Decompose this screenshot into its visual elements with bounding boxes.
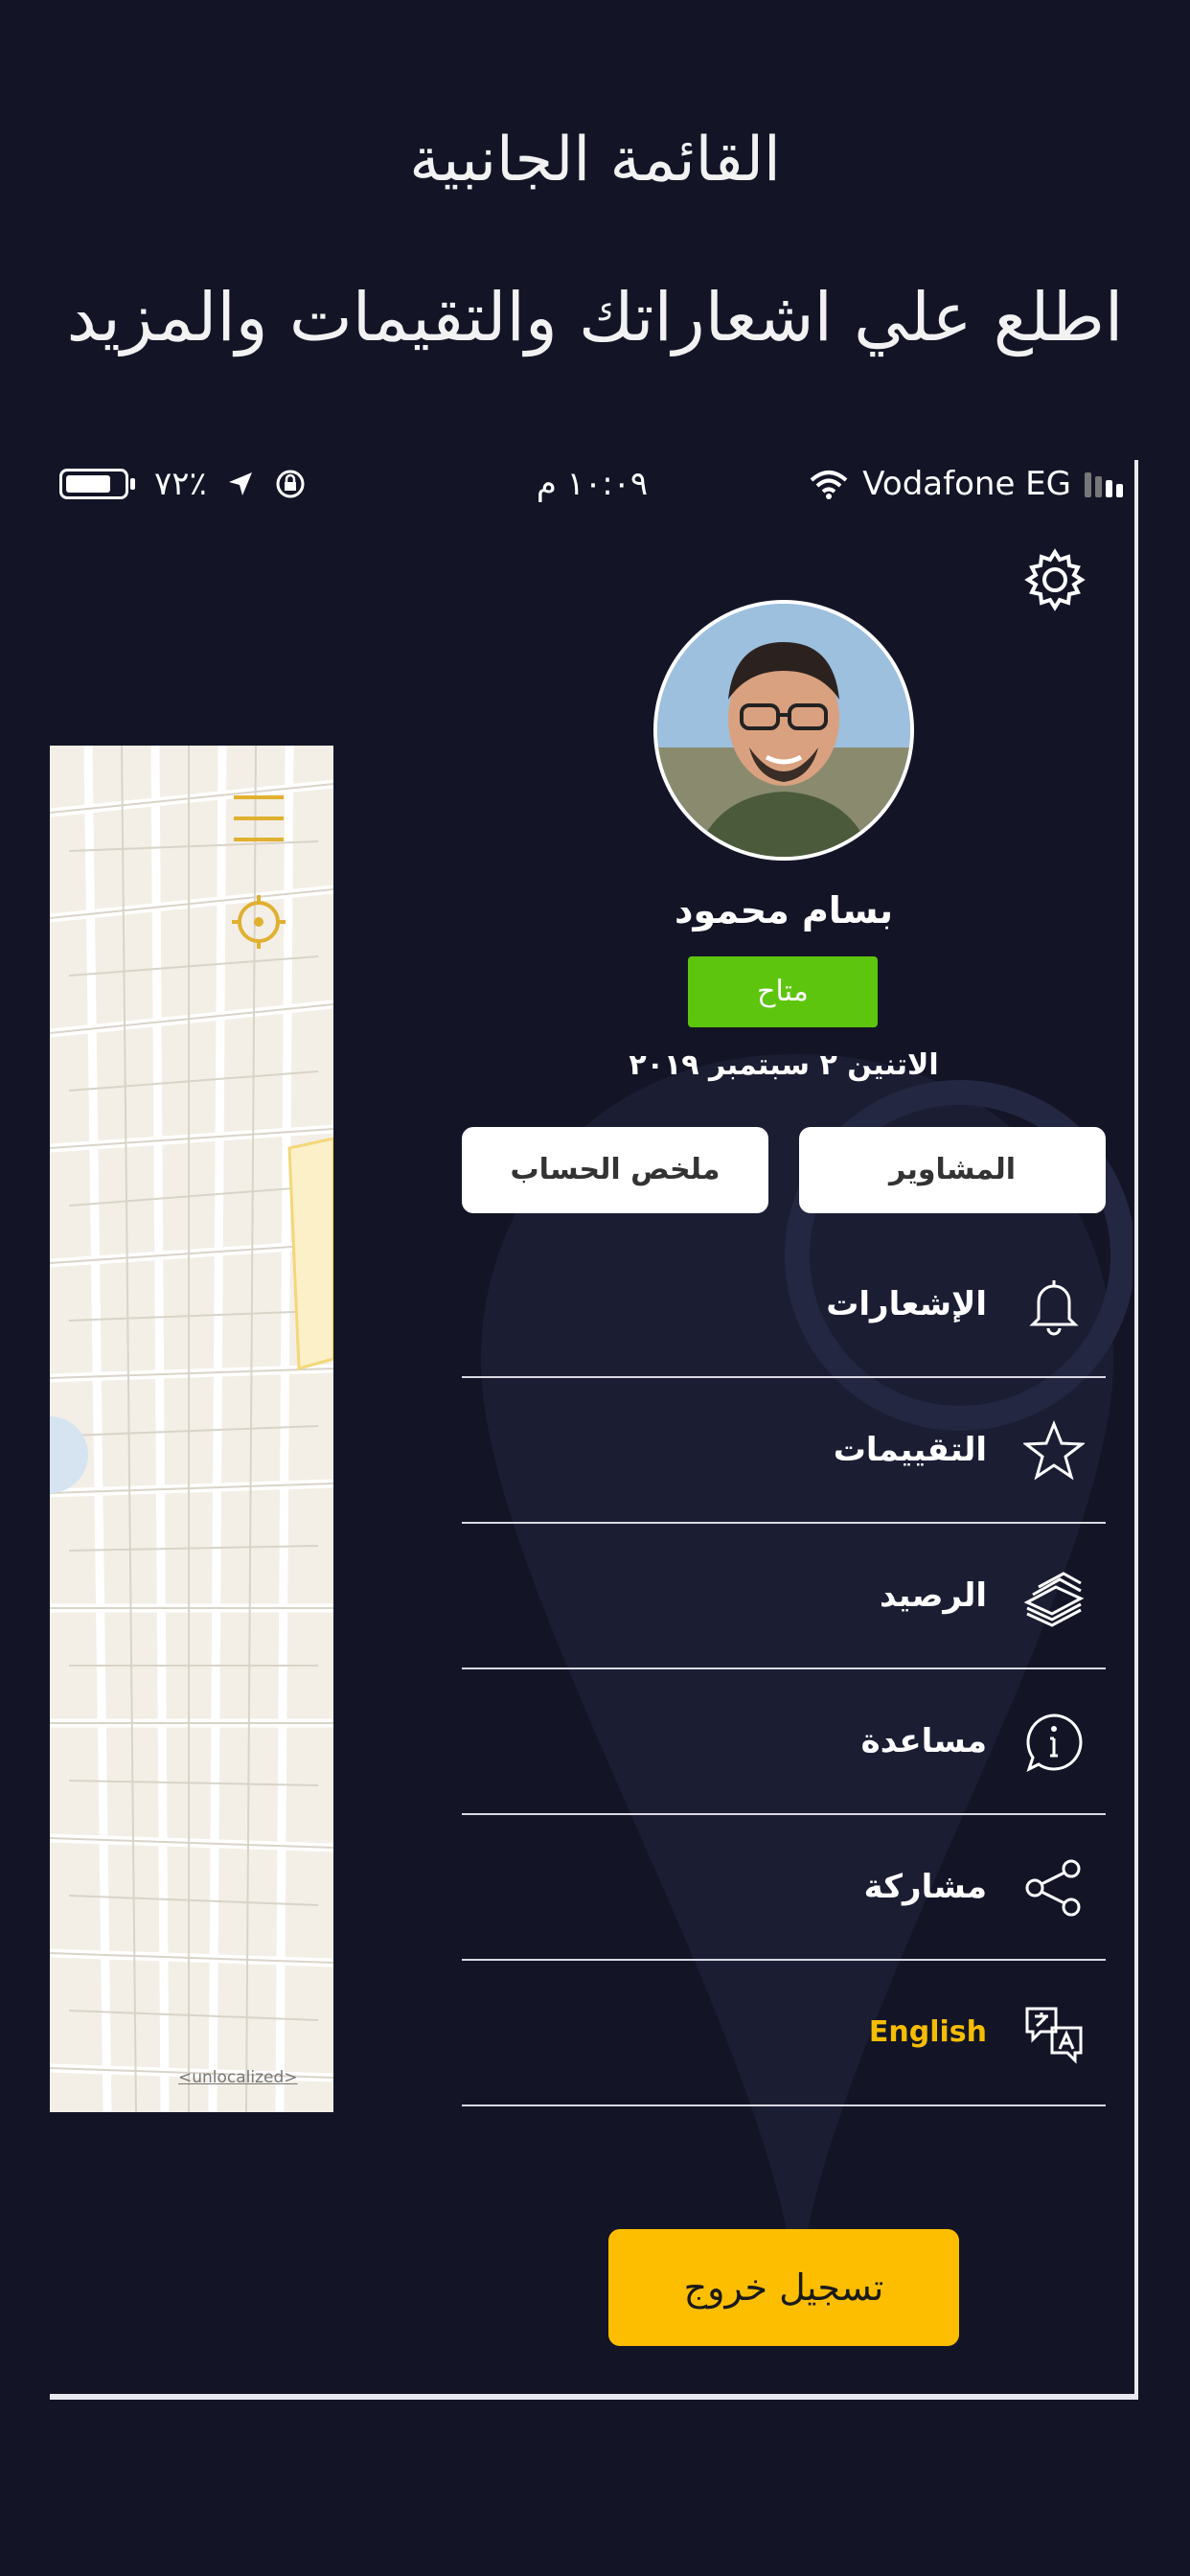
side-menu-list: الإشعارات التقييمات الرصيد مساعدة مشاركة… [462, 1232, 1106, 2106]
carrier-name: Vodafone EG [862, 465, 1071, 503]
locate-me-icon[interactable] [230, 893, 287, 951]
current-date: الاتنين ٢ سبتمبر ٢٠١٩ [629, 1048, 939, 1082]
menu-item-ratings[interactable]: التقييمات [462, 1378, 1106, 1524]
trips-button[interactable]: المشاوير [799, 1127, 1106, 1213]
bell-icon [1029, 1280, 1079, 1336]
availability-status-button[interactable]: متاح [688, 956, 878, 1027]
map-view[interactable]: <unlocalized> [50, 746, 333, 2112]
promo-title: القائمة الجانبية [409, 125, 781, 196]
signal-strength-icon [1085, 471, 1123, 497]
menu-item-balance[interactable]: الرصيد [462, 1524, 1106, 1669]
promo-subtitle: اطلع علي اشعاراتك والتقيمات والمزيد [66, 278, 1124, 356]
menu-item-notifications[interactable]: الإشعارات [462, 1232, 1106, 1378]
phone-screen: ٧٢٪ ١٠:٠٩ م Vodafone EG <unlocalized> بس… [50, 460, 1138, 2400]
account-summary-button[interactable]: ملخص الحساب [462, 1127, 768, 1213]
info-icon [1026, 1714, 1083, 1772]
wifi-icon [810, 471, 848, 499]
driver-name: بسام محمود [675, 889, 893, 932]
menu-item-help[interactable]: مساعدة [462, 1669, 1106, 1815]
money-stack-icon [1023, 1572, 1085, 1627]
language-icon [1025, 2007, 1083, 2064]
map-attribution: <unlocalized> [178, 2068, 298, 2087]
menu-item-share[interactable]: مشاركة [462, 1815, 1106, 1961]
menu-hamburger-icon[interactable] [232, 794, 286, 843]
status-bar: ٧٢٪ ١٠:٠٩ م Vodafone EG [50, 460, 1134, 508]
profile-avatar[interactable] [653, 600, 914, 861]
star-icon [1023, 1420, 1085, 1481]
settings-gear-icon[interactable] [1023, 548, 1087, 611]
logout-button[interactable]: تسجيل خروج [608, 2229, 959, 2346]
menu-item-language[interactable]: English [462, 1961, 1106, 2106]
share-icon [1025, 1859, 1081, 1917]
